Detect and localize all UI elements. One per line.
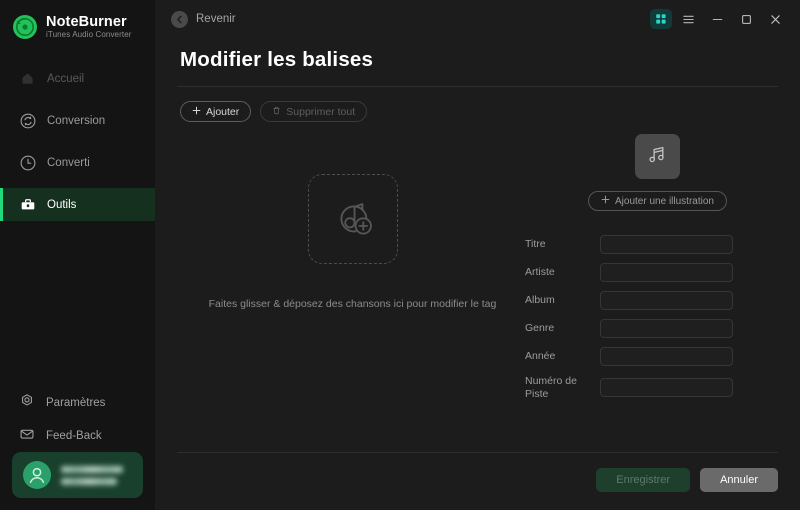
user-avatar-icon [23,461,51,489]
cancel-button-label: Annuler [720,474,758,486]
account-name-blurred [61,465,123,473]
sidebar-item-label: Accueil [47,72,85,85]
back-button[interactable]: Revenir [171,10,236,28]
field-label: Numéro de Piste [525,375,577,400]
app-window: NoteBurner iTunes Audio Converter Accuei… [0,0,800,510]
sidebar-item-accueil[interactable]: Accueil [0,62,155,95]
sidebar-item-converti[interactable]: Converti [0,146,155,179]
field-label: Artiste [525,266,555,279]
sidebar-item-outils[interactable]: Outils [0,188,155,222]
dropzone[interactable]: Faites glisser & déposez des chansons ic… [180,122,525,409]
annee-input[interactable] [600,347,733,366]
field-label: Genre [525,322,555,335]
dropzone-text: Faites glisser & déposez des chansons ic… [208,298,497,310]
delete-all-button-label: Supprimer tout [286,105,356,118]
brand-name: NoteBurner [46,14,127,30]
dropzone-box[interactable] [307,174,398,264]
sidebar-bottom: Paramètres Feed-Back [0,386,155,510]
trash-icon [272,106,281,118]
window-controls [650,7,788,31]
add-artwork-button[interactable]: Ajouter une illustration [588,191,727,211]
field-row: Genre [525,319,790,338]
grid-view-icon[interactable] [650,9,672,29]
sidebar: NoteBurner iTunes Audio Converter Accuei… [0,0,155,510]
field-row: Année [525,347,790,366]
genre-input[interactable] [600,319,733,338]
delete-all-button[interactable]: Supprimer tout [260,101,368,122]
account-card[interactable] [12,452,143,498]
maximize-icon[interactable] [733,7,759,31]
envelope-icon [19,426,35,445]
save-button[interactable]: Enregistrer [596,468,691,492]
album-input[interactable] [600,291,733,310]
back-label: Revenir [196,13,236,25]
field-row: Album [525,291,790,310]
field-row: Titre [525,235,790,254]
field-label: Titre [525,238,546,251]
artiste-input[interactable] [600,263,733,282]
plus-icon [601,195,610,207]
footer-actions: Enregistrer Annuler [596,468,778,492]
page-title: Modifier les balises [180,48,374,71]
toolbar: Ajouter Supprimer tout [155,87,800,122]
tag-form: Ajouter une illustration Titre Artiste A… [525,122,790,409]
main-panel: Revenir Modifier les balises Ajouter Sup… [155,0,800,510]
brand: NoteBurner iTunes Audio Converter [0,0,155,40]
convert-icon [19,112,36,129]
titlebar: Revenir [155,0,800,38]
artwork-section: Ajouter une illustration [525,134,790,211]
brand-subtitle: iTunes Audio Converter [46,30,132,40]
menu-icon[interactable] [675,7,701,31]
field-row: Numéro de Piste [525,375,790,400]
minimize-icon[interactable] [704,7,730,31]
toolbox-icon [19,196,36,213]
field-row: Artiste [525,263,790,282]
sidebar-nav: Accueil Conversion Converti Outils [0,62,155,222]
music-note-add-icon [328,192,378,247]
home-icon [19,70,36,87]
add-artwork-label: Ajouter une illustration [615,195,714,207]
account-email-blurred [61,477,117,485]
sidebar-item-parametres[interactable]: Paramètres [0,386,155,419]
gear-icon [19,393,35,412]
titre-input[interactable] [600,235,733,254]
fields-list: Titre Artiste Album Genre Année Numéro d… [525,235,790,409]
artwork-placeholder[interactable] [635,134,680,179]
field-label: Album [525,294,555,307]
add-button[interactable]: Ajouter [180,101,252,122]
sidebar-item-conversion[interactable]: Conversion [0,104,155,137]
sidebar-item-feedback[interactable]: Feed-Back [0,419,155,452]
plus-icon [192,106,201,118]
music-note-icon [646,143,669,171]
account-text-redacted [61,465,123,485]
add-button-label: Ajouter [206,105,240,118]
clock-icon [19,154,36,171]
footer-divider [177,452,778,453]
field-label: Année [525,350,556,363]
sidebar-item-label: Outils [47,198,77,211]
disc-logo-icon [12,14,38,40]
close-icon[interactable] [762,7,788,31]
sidebar-item-label: Feed-Back [46,429,102,442]
content-area: Faites glisser & déposez des chansons ic… [155,122,800,409]
sidebar-item-label: Conversion [47,114,106,127]
numero-de-piste-input[interactable] [600,378,733,398]
save-button-label: Enregistrer [616,474,671,486]
arrow-left-circle-icon [171,10,188,28]
cancel-button[interactable]: Annuler [700,468,778,492]
sidebar-item-label: Converti [47,156,90,169]
sidebar-item-label: Paramètres [46,396,106,409]
